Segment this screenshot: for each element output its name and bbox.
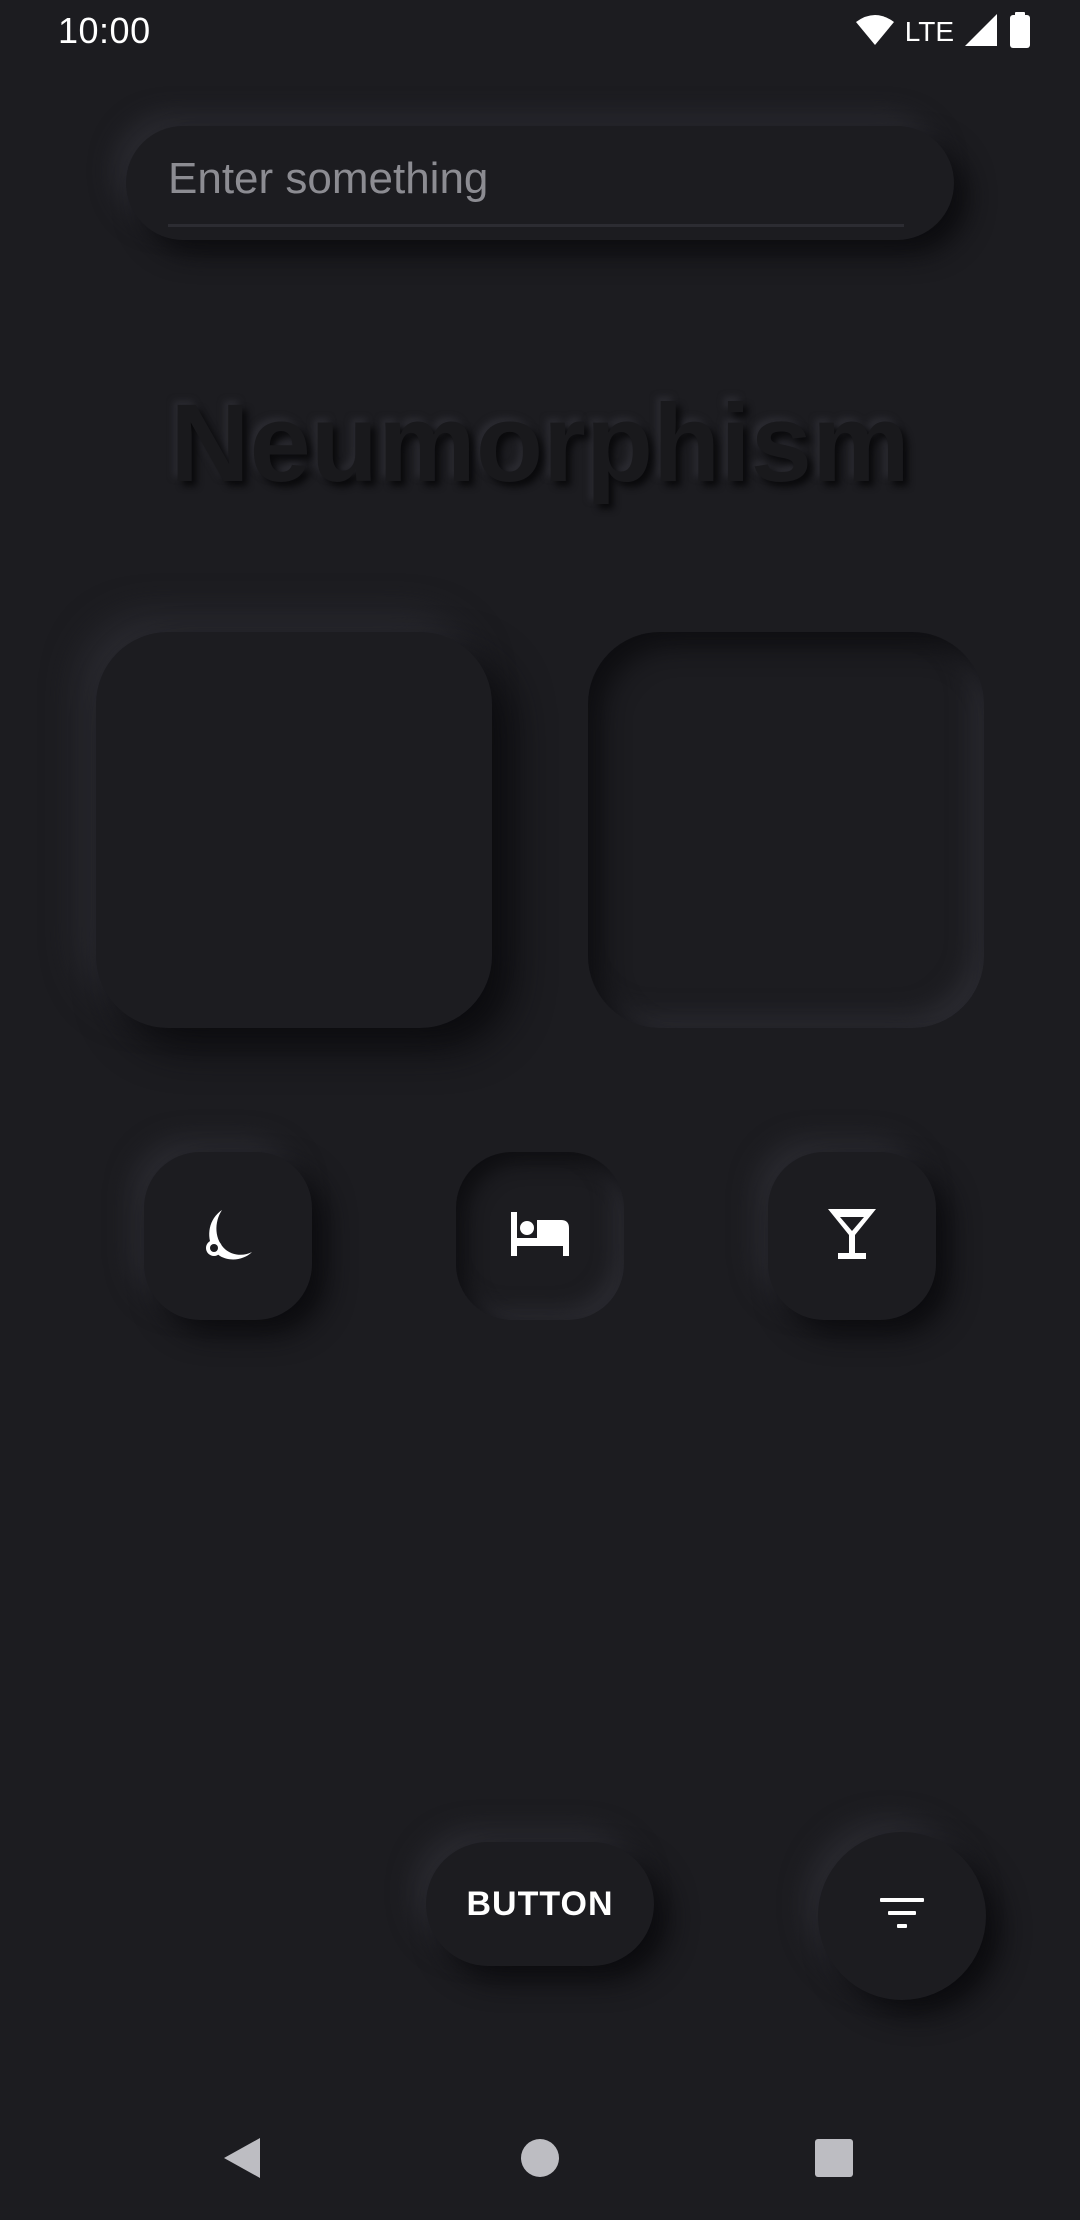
search-underline bbox=[168, 224, 904, 227]
status-bar: 10:00 LTE bbox=[0, 0, 1080, 64]
cocktail-button[interactable] bbox=[768, 1152, 936, 1320]
nav-back-button[interactable] bbox=[214, 2132, 270, 2188]
status-time: 10:00 bbox=[58, 10, 151, 51]
search-field[interactable] bbox=[126, 126, 954, 240]
app-screen: 10:00 LTE Neumo bbox=[0, 0, 1080, 2220]
wifi-icon bbox=[855, 14, 895, 51]
raised-card[interactable] bbox=[96, 632, 492, 1028]
home-icon bbox=[520, 2138, 560, 2183]
cocktail-icon bbox=[826, 1207, 878, 1266]
network-type-label: LTE bbox=[904, 16, 954, 47]
inset-card[interactable] bbox=[588, 632, 984, 1028]
status-icons: LTE bbox=[855, 11, 1032, 53]
primary-button[interactable]: BUTTON bbox=[426, 1842, 654, 1966]
search-input[interactable] bbox=[168, 144, 904, 214]
system-nav-bar bbox=[0, 2100, 1080, 2220]
back-icon bbox=[222, 2136, 262, 2185]
filter-fab[interactable] bbox=[818, 1832, 986, 2000]
moon-icon bbox=[200, 1206, 256, 1267]
battery-icon bbox=[1008, 11, 1032, 53]
bed-button[interactable] bbox=[456, 1152, 624, 1320]
moon-button[interactable] bbox=[144, 1152, 312, 1320]
nav-home-button[interactable] bbox=[512, 2132, 568, 2188]
page-title: Neumorphism bbox=[170, 382, 910, 505]
bed-icon bbox=[509, 1211, 571, 1261]
filter-icon bbox=[878, 1896, 926, 1937]
recents-icon bbox=[814, 2138, 854, 2183]
nav-recents-button[interactable] bbox=[806, 2132, 862, 2188]
cell-signal-icon bbox=[964, 13, 998, 52]
